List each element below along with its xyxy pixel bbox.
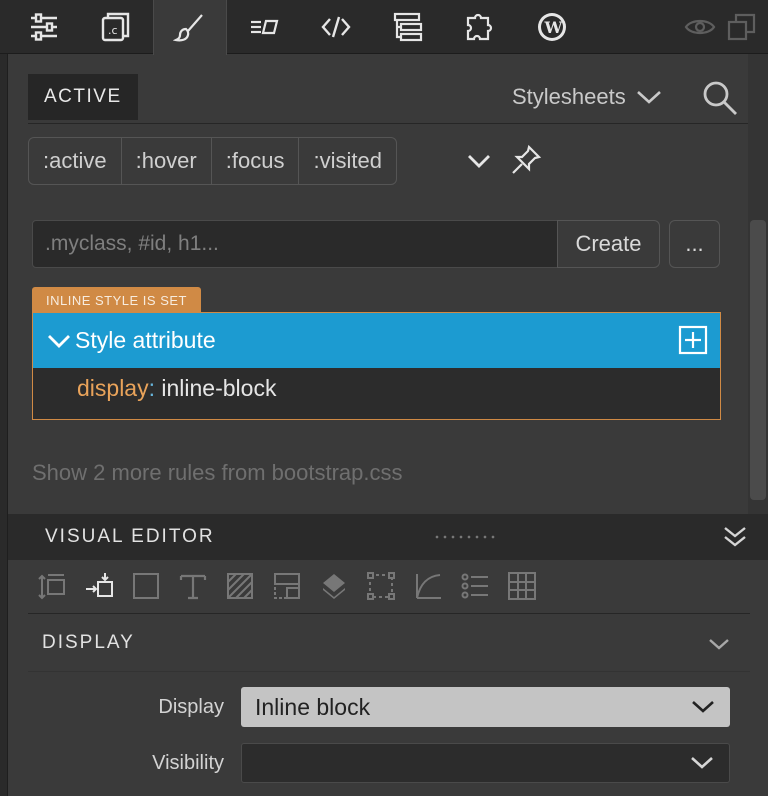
- style-rule: Style attribute display: inline-block: [32, 312, 721, 420]
- layout-icon[interactable]: [263, 566, 310, 606]
- position-icon[interactable]: [75, 566, 122, 606]
- table-icon[interactable]: [498, 566, 545, 606]
- rule-header[interactable]: Style attribute: [33, 313, 720, 368]
- add-property-icon[interactable]: [678, 325, 708, 355]
- property-colon: :: [148, 375, 155, 401]
- stylesheets-dropdown[interactable]: Stylesheets: [512, 80, 662, 114]
- chevron-down-icon: [692, 701, 714, 713]
- chevron-down-icon[interactable]: [462, 144, 496, 178]
- svg-text:.c: .c: [108, 24, 118, 37]
- create-button[interactable]: Create: [557, 220, 660, 268]
- layers-icon[interactable]: [310, 566, 357, 606]
- eye-icon[interactable]: [682, 0, 718, 54]
- visual-editor-title: VISUAL EDITOR: [45, 526, 215, 547]
- chevron-down-icon[interactable]: [704, 630, 734, 658]
- pseudo-class-group: :active :hover :focus :visited: [28, 137, 397, 185]
- visibility-select[interactable]: [241, 743, 730, 783]
- state-tag: ACTIVE: [28, 74, 138, 120]
- chevron-down-icon: [636, 91, 661, 104]
- pseudo-focus-button[interactable]: :focus: [212, 138, 300, 184]
- code-tags-icon[interactable]: [306, 0, 366, 54]
- border-radius-icon[interactable]: [404, 566, 451, 606]
- chevron-down-icon: [48, 334, 70, 348]
- selector-placeholder: .myclass, #id, h1...: [45, 232, 219, 255]
- display-select[interactable]: Inline block: [241, 687, 730, 727]
- show-more-rules-link[interactable]: Show 2 more rules from bootstrap.css: [32, 460, 402, 486]
- stylesheets-label: Stylesheets: [512, 84, 626, 109]
- pin-icon[interactable]: [508, 142, 544, 178]
- top-toolbar: .c W: [0, 0, 768, 55]
- selector-input[interactable]: .myclass, #id, h1...: [32, 220, 558, 268]
- inline-style-badge: INLINE STYLE IS SET: [32, 287, 201, 313]
- border-icon[interactable]: [357, 566, 404, 606]
- rule-property[interactable]: display: inline-block: [77, 375, 276, 402]
- pseudo-active-button[interactable]: :active: [29, 138, 122, 184]
- visual-editor-bar: VISUAL EDITOR: [8, 514, 768, 560]
- tree-icon[interactable]: [378, 0, 438, 54]
- spacing-icon[interactable]: [28, 566, 75, 606]
- display-select-value: Inline block: [255, 693, 371, 720]
- panel-header: ACTIVE Stylesheets: [28, 74, 748, 124]
- puzzle-icon[interactable]: [450, 0, 510, 54]
- double-chevron-down-icon[interactable]: [720, 522, 750, 552]
- display-section-title: DISPLAY: [42, 632, 135, 653]
- windows-icon[interactable]: [724, 0, 760, 54]
- typography-icon[interactable]: [169, 566, 216, 606]
- visual-editor-tabs: [28, 566, 545, 606]
- display-section-header[interactable]: DISPLAY: [28, 614, 750, 672]
- list-icon[interactable]: [451, 566, 498, 606]
- visibility-label: Visibility: [152, 752, 224, 774]
- chevron-down-icon: [691, 757, 713, 769]
- box-icon[interactable]: [122, 566, 169, 606]
- text-box-icon[interactable]: [234, 0, 294, 54]
- svg-text:W: W: [544, 18, 564, 37]
- property-value[interactable]: inline-block: [161, 375, 276, 401]
- brush-icon[interactable]: [153, 0, 227, 55]
- more-options-button[interactable]: ...: [669, 220, 720, 268]
- property-name[interactable]: display: [77, 375, 149, 401]
- display-label: Display: [158, 696, 224, 718]
- sliders-icon[interactable]: [14, 0, 74, 54]
- background-icon[interactable]: [216, 566, 263, 606]
- wordpress-icon[interactable]: W: [522, 0, 582, 54]
- search-icon[interactable]: [700, 78, 740, 118]
- pseudo-hover-button[interactable]: :hover: [122, 138, 212, 184]
- resize-grip[interactable]: [433, 535, 497, 539]
- code-file-icon[interactable]: .c: [86, 0, 146, 54]
- pseudo-visited-button[interactable]: :visited: [299, 138, 395, 184]
- left-gutter: [0, 54, 8, 796]
- scrollbar-thumb[interactable]: [750, 220, 766, 500]
- rule-title: Style attribute: [75, 327, 216, 353]
